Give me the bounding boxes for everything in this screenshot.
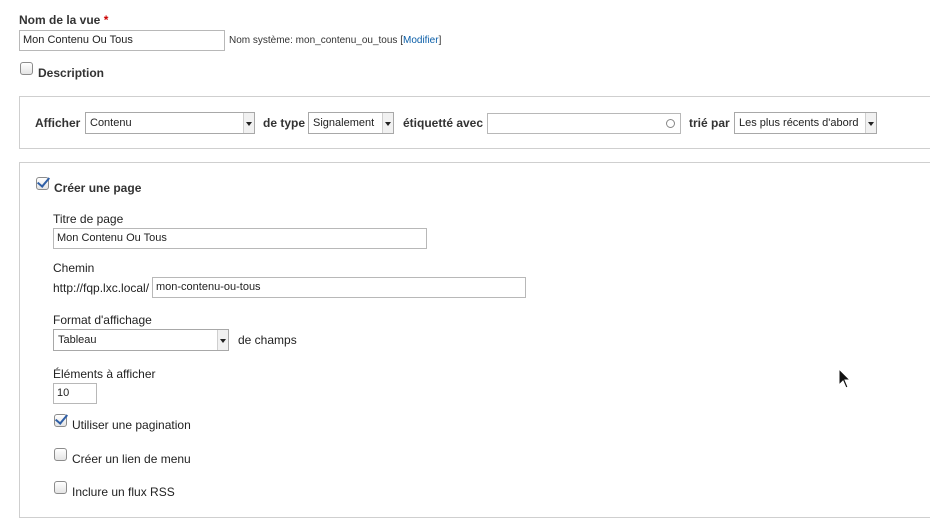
path-label: Chemin <box>53 261 95 275</box>
sorted-select-value: Les plus récents d'abord <box>739 117 859 129</box>
sorted-label: trié par <box>689 116 730 130</box>
tagged-input[interactable] <box>487 113 681 134</box>
menu-link-label: Créer un lien de menu <box>72 452 191 466</box>
type-select-value: Signalement <box>313 117 375 129</box>
rss-label: Inclure un flux RSS <box>72 485 175 499</box>
create-page-checkbox[interactable] <box>36 177 49 190</box>
format-select[interactable]: Tableau <box>53 329 229 351</box>
show-select-value: Contenu <box>90 117 132 129</box>
system-name-text: Nom système: mon_contenu_ou_tous [ <box>229 35 403 46</box>
path-prefix: http://fqp.lxc.local/ <box>53 281 150 295</box>
page-title-label: Titre de page <box>53 212 124 226</box>
sorted-select[interactable]: Les plus récents d'abord <box>734 112 877 134</box>
menu-link-checkbox[interactable] <box>54 448 67 461</box>
view-name-input[interactable]: Mon Contenu Ou Tous <box>19 30 225 51</box>
type-select[interactable]: Signalement <box>308 112 394 134</box>
dropdown-arrow-icon <box>243 113 254 133</box>
pager-label: Utiliser une pagination <box>72 418 191 432</box>
path-input[interactable]: mon-contenu-ou-tous <box>152 277 526 298</box>
create-page-label: Créer une page <box>54 181 142 195</box>
system-name-suffix: ] <box>438 35 442 46</box>
system-name-info: Nom système: mon_contenu_ou_tous [Modifi… <box>229 35 441 46</box>
format-label: Format d'affichage <box>53 313 152 327</box>
dropdown-arrow-icon <box>217 330 228 350</box>
required-marker: * <box>103 13 109 27</box>
view-name-label: Nom de la vue * <box>19 13 108 27</box>
view-name-label-text: Nom de la vue <box>19 13 101 27</box>
show-select[interactable]: Contenu <box>85 112 255 134</box>
items-label: Éléments à afficher <box>53 367 156 381</box>
dropdown-arrow-icon <box>865 113 876 133</box>
format-suffix: de champs <box>238 333 297 347</box>
dropdown-arrow-icon <box>382 113 393 133</box>
tagged-label: étiquetté avec <box>403 116 484 130</box>
show-label: Afficher <box>35 116 81 130</box>
items-input[interactable]: 10 <box>53 383 97 404</box>
page-title-input[interactable]: Mon Contenu Ou Tous <box>53 228 427 249</box>
clear-circle-icon[interactable] <box>666 119 675 128</box>
type-label: de type <box>263 116 306 130</box>
modify-link[interactable]: Modifier <box>403 35 439 46</box>
description-checkbox[interactable] <box>20 62 33 75</box>
description-label: Description <box>38 66 105 80</box>
format-select-value: Tableau <box>58 334 97 346</box>
pager-checkbox[interactable] <box>54 414 67 427</box>
rss-checkbox[interactable] <box>54 481 67 494</box>
mouse-pointer-icon <box>838 368 852 389</box>
